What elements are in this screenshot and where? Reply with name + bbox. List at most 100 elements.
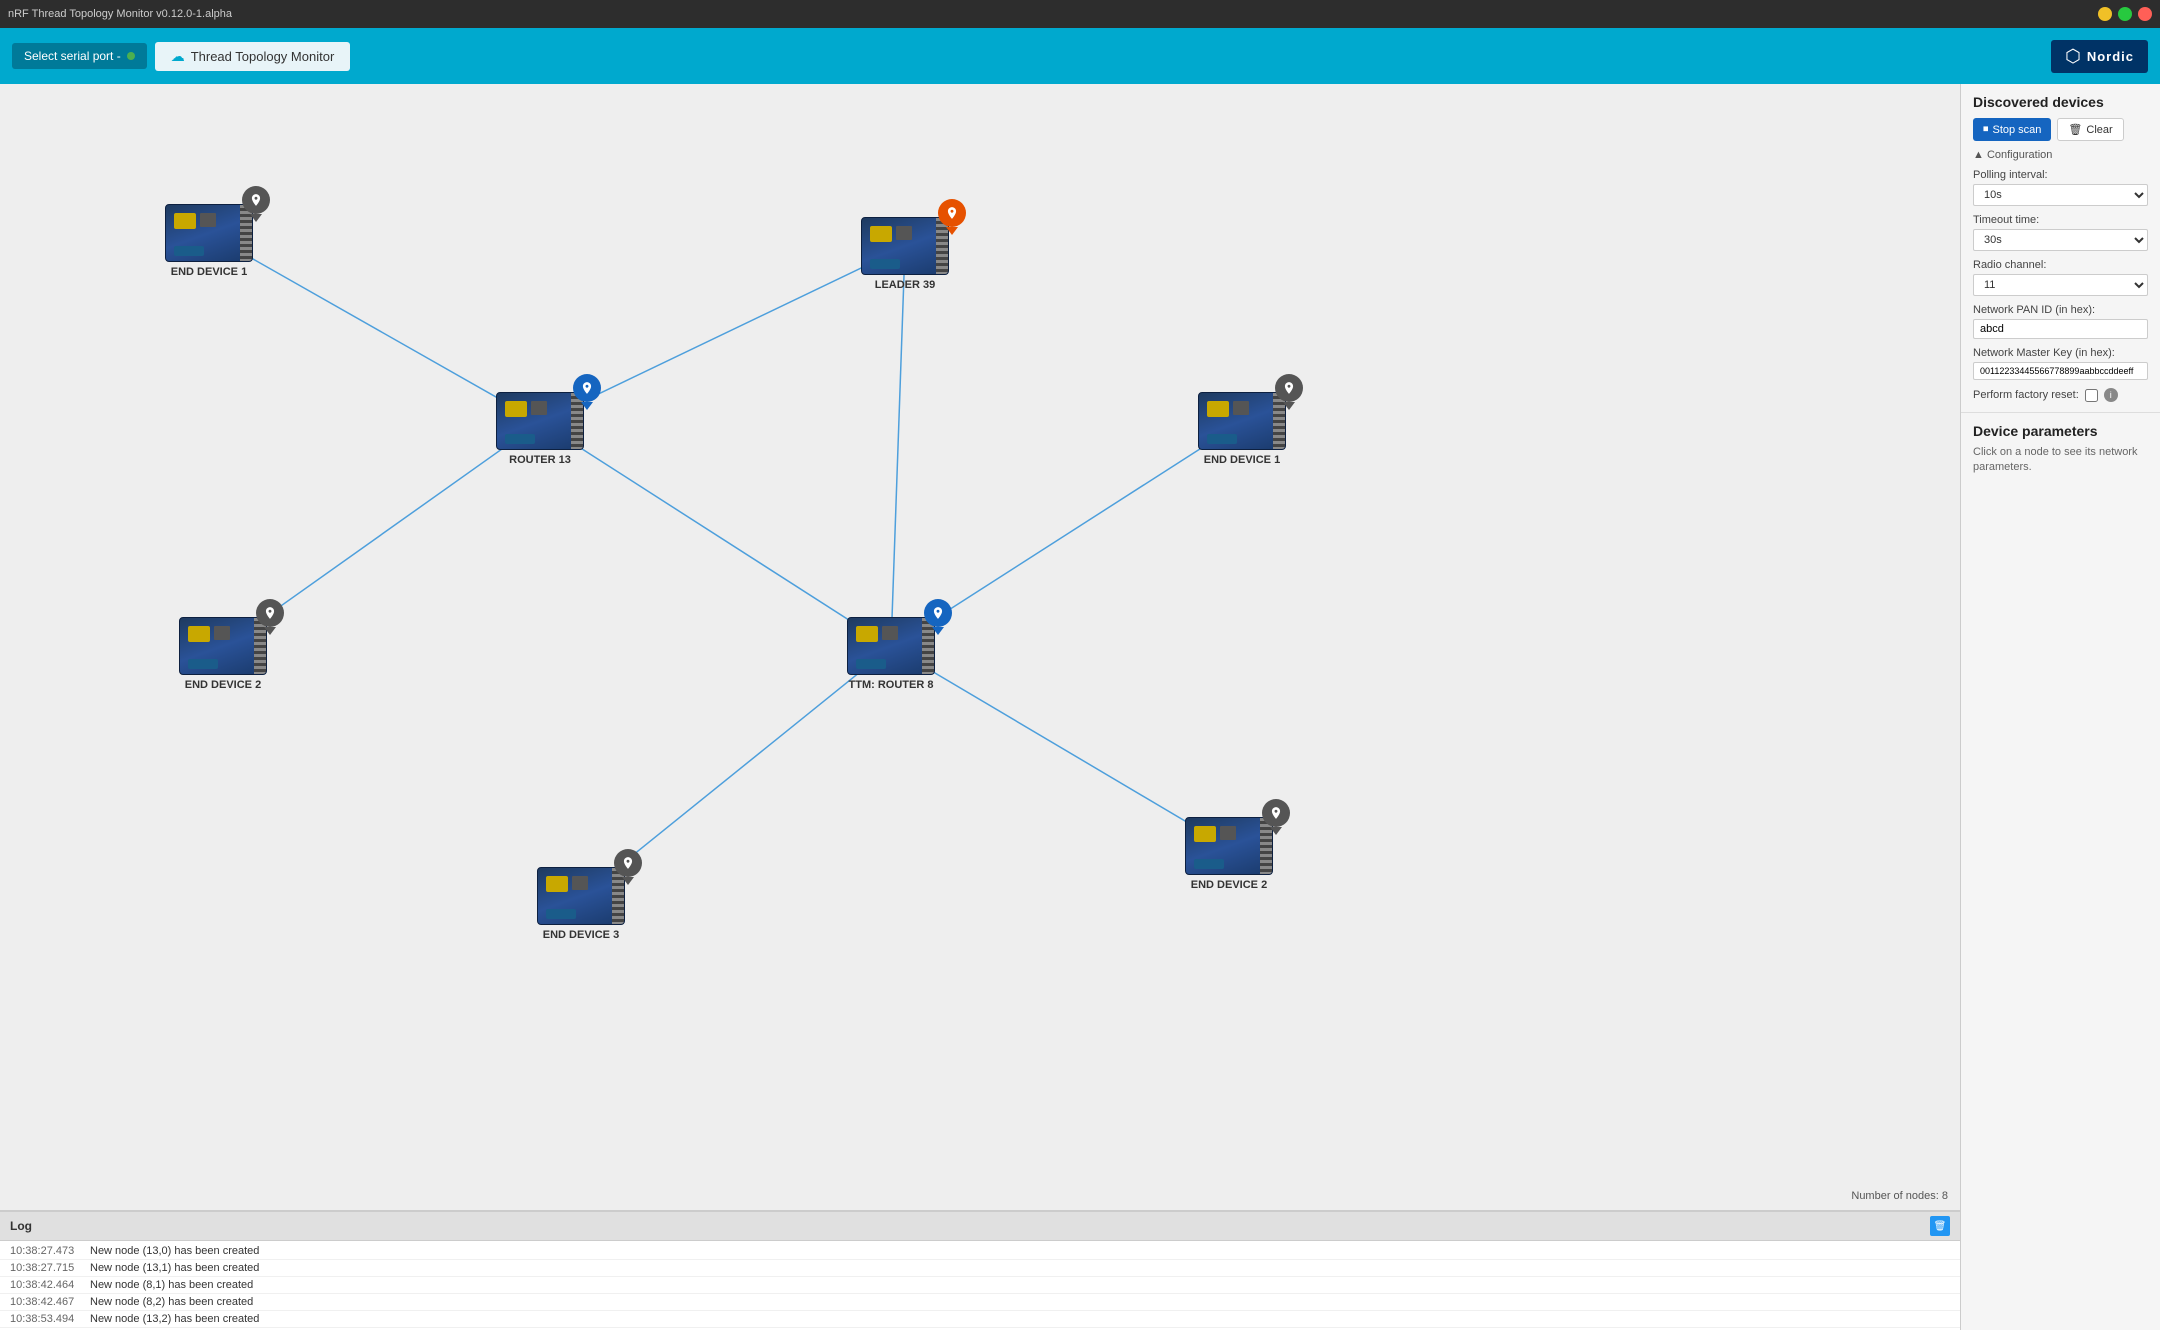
network-key-input[interactable] — [1973, 362, 2148, 380]
node-label-end2: END DEVICE 2 — [185, 679, 261, 691]
log-row: 10:38:42.467New node (8,2) has been crea… — [0, 1294, 1960, 1311]
node-badge-ttm_router8 — [923, 599, 953, 635]
serial-port-label: Select serial port - — [24, 49, 121, 63]
minimize-button[interactable]: — — [2098, 7, 2112, 21]
timeout-select[interactable]: 30s — [1973, 229, 2148, 251]
log-row: 10:38:27.473New node (13,0) has been cre… — [0, 1243, 1960, 1260]
device-params-section: Device parameters Click on a node to see… — [1961, 413, 2160, 486]
topology-with-log: Number of nodes: 8 END DEVICE 1 ROUTER 1… — [0, 84, 1960, 1330]
log-message: New node (13,2) has been created — [90, 1313, 259, 1325]
network-key-label: Network Master Key (in hex): — [1973, 347, 2148, 359]
log-row: 10:38:42.464New node (8,1) has been crea… — [0, 1277, 1960, 1294]
factory-reset-label: Perform factory reset: — [1973, 389, 2079, 401]
node-badge-router13 — [572, 374, 602, 410]
log-row: 10:38:53.494New node (13,2) has been cre… — [0, 1311, 1960, 1328]
connection-line — [891, 647, 1229, 847]
node-badge-end1_right — [1274, 374, 1304, 410]
pan-id-group: Network PAN ID (in hex): — [1973, 304, 2148, 339]
discovered-devices-section: Discovered devices ⏹ Stop scan 🗑 Clear ▲… — [1961, 84, 2160, 413]
pan-id-input[interactable] — [1973, 319, 2148, 339]
board-visual-end1_right — [1198, 392, 1286, 450]
node-leader39[interactable]: LEADER 39 — [861, 217, 949, 291]
node-end2[interactable]: END DEVICE 2 — [179, 617, 267, 691]
config-toggle[interactable]: ▲ Configuration — [1973, 149, 2148, 161]
log-message: New node (8,2) has been created — [90, 1296, 253, 1308]
polling-interval-group: Polling interval: 10s — [1973, 169, 2148, 206]
log-message: New node (13,1) has been created — [90, 1262, 259, 1274]
thread-topology-tab[interactable]: ☁ Thread Topology Monitor — [155, 42, 351, 71]
log-area: Log 🗑 10:38:27.473New node (13,0) has be… — [0, 1210, 1960, 1330]
tab-label: Thread Topology Monitor — [191, 49, 335, 64]
log-message: New node (8,1) has been created — [90, 1279, 253, 1291]
node-end1_right[interactable]: END DEVICE 1 — [1198, 392, 1286, 466]
node-label-end3: END DEVICE 3 — [543, 929, 619, 941]
log-header: Log 🗑 — [0, 1212, 1960, 1241]
connection-line — [540, 422, 891, 647]
factory-reset-checkbox[interactable] — [2085, 389, 2098, 402]
log-timestamp: 10:38:27.715 — [10, 1262, 90, 1274]
device-params-title: Device parameters — [1973, 423, 2148, 439]
node-label-end1_right: END DEVICE 1 — [1204, 454, 1280, 466]
board-visual-end2 — [179, 617, 267, 675]
board-visual-ttm_router8 — [847, 617, 935, 675]
log-clear-button[interactable]: 🗑 — [1930, 1216, 1950, 1236]
node-label-leader39: LEADER 39 — [875, 279, 936, 291]
timeout-label: Timeout time: — [1973, 214, 2148, 226]
radio-channel-select[interactable]: 11 — [1973, 274, 2148, 296]
stop-scan-button[interactable]: ⏹ Stop scan — [1973, 118, 2051, 141]
board-visual-router13 — [496, 392, 584, 450]
polling-interval-label: Polling interval: — [1973, 169, 2148, 181]
clear-icon: 🗑 — [2068, 123, 2082, 136]
log-timestamp: 10:38:42.464 — [10, 1279, 90, 1291]
nordic-logo-text: Nordic — [2087, 49, 2134, 64]
factory-reset-row: Perform factory reset: i — [1973, 388, 2148, 402]
node-end3[interactable]: END DEVICE 3 — [537, 867, 625, 941]
log-content[interactable]: 10:38:27.473New node (13,0) has been cre… — [0, 1241, 1960, 1330]
node-ttm_router8[interactable]: TTM: ROUTER 8 — [847, 617, 935, 691]
node-router13[interactable]: ROUTER 13 — [496, 392, 584, 466]
node-badge-end3 — [613, 849, 643, 885]
log-timestamp: 10:38:42.467 — [10, 1296, 90, 1308]
serial-port-button[interactable]: Select serial port - — [12, 43, 147, 69]
stop-icon: ⏹ — [1983, 123, 1989, 136]
discovered-devices-title: Discovered devices — [1973, 94, 2148, 110]
app-header: Select serial port - ☁ Thread Topology M… — [0, 28, 2160, 84]
node-badge-end2 — [255, 599, 285, 635]
node-badge-leader39 — [937, 199, 967, 235]
board-visual-end2_right — [1185, 817, 1273, 875]
board-visual-end1 — [165, 204, 253, 262]
log-timestamp: 10:38:53.494 — [10, 1313, 90, 1325]
clear-label: Clear — [2086, 124, 2112, 136]
info-icon[interactable]: i — [2104, 388, 2118, 402]
node-label-end1: END DEVICE 1 — [171, 266, 247, 278]
maximize-button[interactable]: □ — [2118, 7, 2132, 21]
cloud-icon: ☁ — [171, 48, 185, 65]
stop-scan-label: Stop scan — [1993, 124, 2042, 136]
network-key-group: Network Master Key (in hex): — [1973, 347, 2148, 380]
radio-channel-label: Radio channel: — [1973, 259, 2148, 271]
window-controls: — □ ✕ — [2098, 7, 2152, 21]
node-count: Number of nodes: 8 — [1851, 1190, 1948, 1202]
log-message: New node (13,0) has been created — [90, 1245, 259, 1257]
device-params-hint: Click on a node to see its network param… — [1973, 445, 2148, 476]
close-button[interactable]: ✕ — [2138, 7, 2152, 21]
radio-channel-group: Radio channel: 11 — [1973, 259, 2148, 296]
nordic-logo-icon: ⬡ — [2065, 46, 2081, 67]
board-visual-leader39 — [861, 217, 949, 275]
node-label-end2_right: END DEVICE 2 — [1191, 879, 1267, 891]
log-timestamp: 10:38:27.473 — [10, 1245, 90, 1257]
log-title: Log — [10, 1219, 32, 1233]
clear-button[interactable]: 🗑 Clear — [2057, 118, 2123, 141]
node-badge-end1 — [241, 186, 271, 222]
polling-interval-select[interactable]: 10s — [1973, 184, 2148, 206]
timeout-group: Timeout time: 30s — [1973, 214, 2148, 251]
node-end2_right[interactable]: END DEVICE 2 — [1185, 817, 1273, 891]
right-panel: Discovered devices ⏹ Stop scan 🗑 Clear ▲… — [1960, 84, 2160, 1330]
topology-canvas[interactable]: Number of nodes: 8 END DEVICE 1 ROUTER 1… — [0, 84, 1960, 1210]
node-end1[interactable]: END DEVICE 1 — [165, 204, 253, 278]
node-label-ttm_router8: TTM: ROUTER 8 — [849, 679, 934, 691]
config-toggle-label: ▲ Configuration — [1973, 149, 2052, 161]
log-row: 10:38:27.715New node (13,1) has been cre… — [0, 1260, 1960, 1277]
panel-buttons: ⏹ Stop scan 🗑 Clear — [1973, 118, 2148, 141]
connection-line — [891, 247, 905, 647]
